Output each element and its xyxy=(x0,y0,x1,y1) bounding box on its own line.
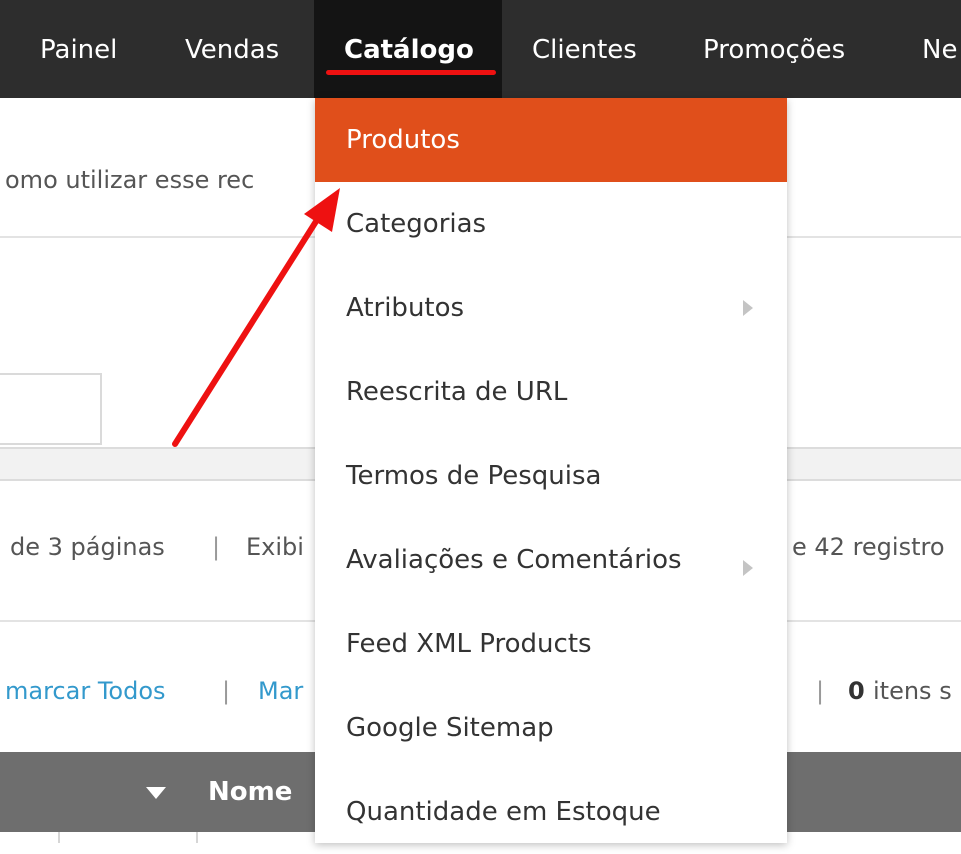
nav-item-next[interactable]: Ne xyxy=(922,0,957,98)
select-separator: | xyxy=(222,677,231,705)
nav-item-promocoes[interactable]: Promoções xyxy=(703,0,845,98)
menu-item-avaliacoes[interactable]: Avaliações e Comentários xyxy=(315,518,787,602)
pager-separator: | xyxy=(212,533,221,561)
nav-item-painel[interactable]: Painel xyxy=(40,0,117,98)
nav-item-catalogo-label: Catálogo xyxy=(344,35,474,65)
nav-item-clientes[interactable]: Clientes xyxy=(532,0,637,98)
selected-count: 0 xyxy=(848,677,865,705)
menu-item-label: Produtos xyxy=(346,125,460,155)
pager-records-text: e 42 registro xyxy=(792,533,945,561)
menu-item-categorias[interactable]: Categorias xyxy=(315,182,787,266)
column-header-name[interactable]: Nome xyxy=(208,752,292,832)
submenu-arrow-icon xyxy=(743,300,753,316)
menu-item-reescrita-url[interactable]: Reescrita de URL xyxy=(315,350,787,434)
menu-item-label: Google Sitemap xyxy=(346,713,554,743)
menu-item-label: Avaliações e Comentários xyxy=(346,545,682,575)
pager-pages-text: de 3 páginas xyxy=(10,533,165,561)
menu-item-label: Feed XML Products xyxy=(346,629,592,659)
menu-item-label: Categorias xyxy=(346,209,487,239)
help-text: omo utilizar esse rec xyxy=(5,166,255,194)
column-divider xyxy=(58,832,60,843)
active-nav-underline xyxy=(326,70,496,75)
menu-item-label: Termos de Pesquisa xyxy=(346,461,602,491)
menu-item-label: Quantidade em Estoque xyxy=(346,797,661,827)
menu-item-quantidade-estoque[interactable]: Quantidade em Estoque xyxy=(315,770,787,854)
menu-item-feed-xml[interactable]: Feed XML Products xyxy=(315,602,787,686)
menu-item-google-sitemap[interactable]: Google Sitemap xyxy=(315,686,787,770)
catalog-dropdown-menu: Produtos Categorias Atributos Reescrita … xyxy=(315,98,787,843)
filter-input[interactable] xyxy=(0,373,102,445)
submenu-arrow-icon xyxy=(743,560,753,576)
select-all-link[interactable]: marcar Todos xyxy=(5,677,166,705)
selected-items-text: itens s xyxy=(873,677,952,705)
menu-item-atributos[interactable]: Atributos xyxy=(315,266,787,350)
column-divider xyxy=(196,832,198,843)
sort-caret-icon[interactable] xyxy=(146,787,166,799)
menu-item-produtos[interactable]: Produtos xyxy=(315,98,787,182)
nav-item-catalogo[interactable]: Catálogo xyxy=(314,0,502,98)
annotation-arrow-line xyxy=(172,209,325,447)
menu-item-label: Reescrita de URL xyxy=(346,377,568,407)
mark-link[interactable]: Mar xyxy=(258,677,303,705)
nav-item-vendas[interactable]: Vendas xyxy=(185,0,279,98)
pager-display-text: Exibi xyxy=(246,533,304,561)
menu-item-label: Atributos xyxy=(346,293,465,323)
menu-item-termos-pesquisa[interactable]: Termos de Pesquisa xyxy=(315,434,787,518)
selected-separator: | xyxy=(816,677,825,705)
top-nav-bar: Painel Vendas Catálogo Clientes Promoçõe… xyxy=(0,0,961,98)
